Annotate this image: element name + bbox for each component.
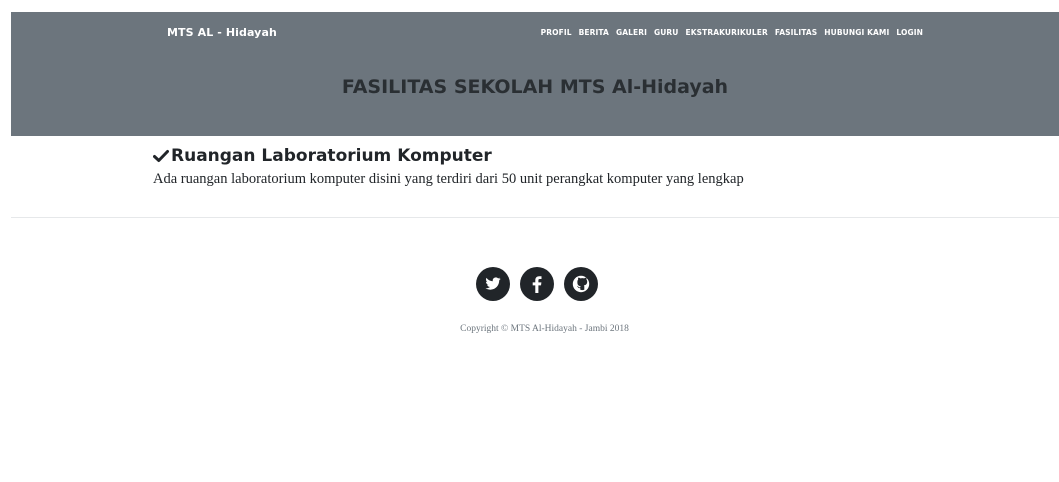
social-links [0, 267, 1059, 301]
page-title: FASILITAS SEKOLAH MTS Al-Hidayah [341, 76, 729, 98]
nav-item-hubungi-kami[interactable]: HUBUNGI KAMI [824, 28, 889, 37]
nav-item-login[interactable]: LOGIN [896, 28, 923, 37]
nav-item-galeri[interactable]: GALERI [616, 28, 647, 37]
facility-section: Ruangan Laboratorium Komputer Ada ruanga… [153, 146, 744, 188]
copyright-text: Copyright © MTS Al-Hidayah - Jambi 2018 [460, 324, 629, 334]
nav-item-berita[interactable]: BERITA [579, 28, 609, 37]
site-header: MTS AL - Hidayah PROFIL BERITA GALERI GU… [11, 12, 1059, 136]
nav-item-fasilitas[interactable]: FASILITAS [775, 28, 817, 37]
github-link[interactable] [564, 267, 598, 301]
section-divider [11, 217, 1059, 218]
check-icon [153, 150, 169, 162]
twitter-link[interactable] [476, 267, 510, 301]
nav-item-profil[interactable]: PROFIL [541, 28, 572, 37]
main-nav: PROFIL BERITA GALERI GURU EKSTRAKURIKULE… [541, 28, 923, 37]
facility-description: Ada ruangan laboratorium komputer disini… [153, 171, 744, 187]
twitter-icon [485, 277, 501, 290]
nav-item-ekstrakurikuler[interactable]: EKSTRAKURIKULER [686, 28, 768, 37]
nav-item-guru[interactable]: GURU [654, 28, 679, 37]
facebook-link[interactable] [520, 267, 554, 301]
facebook-icon [532, 276, 542, 293]
navbar-brand[interactable]: MTS AL - Hidayah [167, 26, 277, 39]
facility-heading: Ruangan Laboratorium Komputer [153, 146, 744, 166]
github-icon [572, 275, 590, 293]
facility-title: Ruangan Laboratorium Komputer [171, 146, 492, 166]
